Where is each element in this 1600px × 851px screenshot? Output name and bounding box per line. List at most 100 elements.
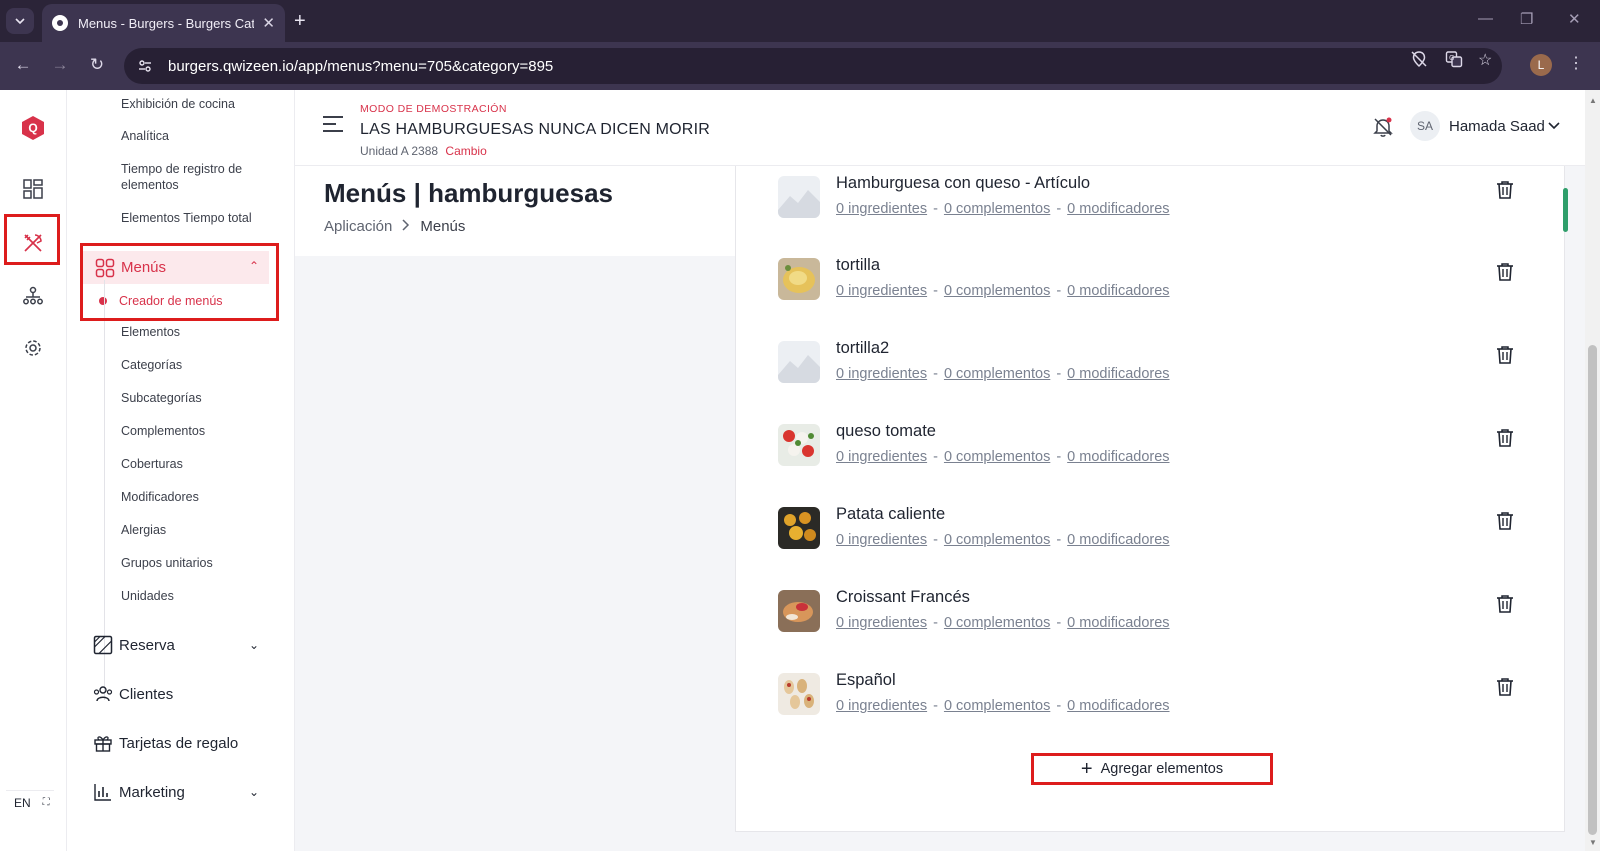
ingredients-link[interactable]: 0 ingredientes xyxy=(836,201,927,217)
address-bar[interactable]: burgers.qwizeen.io/app/menus?menu=705&ca… xyxy=(124,48,1502,84)
add-elements-button[interactable]: + Agregar elementos xyxy=(1031,753,1273,785)
reload-icon[interactable]: ↻ xyxy=(85,54,109,76)
chevron-down-icon[interactable] xyxy=(1548,118,1560,133)
sidebar-item-customers[interactable]: Clientes xyxy=(93,684,273,704)
ingredients-link[interactable]: 0 ingredientes xyxy=(836,698,927,714)
item-thumbnail-placeholder xyxy=(778,176,820,218)
sidebar-item-label: Marketing xyxy=(119,783,185,801)
complements-link[interactable]: 0 complementos xyxy=(944,532,1050,548)
scroll-down-icon[interactable]: ▼ xyxy=(1589,838,1597,847)
modifiers-link[interactable]: 0 modificadores xyxy=(1067,283,1169,299)
location-off-icon[interactable] xyxy=(1410,50,1428,73)
list-item: Croissant Francés 0 ingredientes -0 compl… xyxy=(778,588,1538,648)
item-thumbnail-placeholder xyxy=(778,341,820,383)
profile-avatar[interactable]: L xyxy=(1530,54,1552,76)
sidebar-item-categories[interactable]: Categorías xyxy=(121,357,271,373)
side-drawer-handle[interactable] xyxy=(1563,188,1568,232)
complements-link[interactable]: 0 complementos xyxy=(944,615,1050,631)
sidebar-item-toppings[interactable]: Coberturas xyxy=(121,456,271,472)
list-item: Español 0 ingredientes -0 complementos -0 … xyxy=(778,671,1538,731)
sidebar-item-subcategories[interactable]: Subcategorías xyxy=(121,390,271,406)
complements-link[interactable]: 0 complementos xyxy=(944,449,1050,465)
org-structure-icon[interactable] xyxy=(22,285,44,307)
minimize-icon[interactable]: — xyxy=(1478,10,1493,27)
sidebar-item-analytics[interactable]: Analítica xyxy=(121,128,271,144)
complements-link[interactable]: 0 complementos xyxy=(944,366,1050,382)
bookmark-star-icon[interactable]: ☆ xyxy=(1478,50,1492,70)
modifiers-link[interactable]: 0 modificadores xyxy=(1067,366,1169,382)
tab-close-icon[interactable]: ✕ xyxy=(262,14,275,32)
scroll-up-icon[interactable]: ▲ xyxy=(1589,96,1597,105)
hamburger-menu-icon[interactable] xyxy=(323,116,343,134)
ingredients-link[interactable]: 0 ingredientes xyxy=(836,366,927,382)
list-item: queso tomate 0 ingredientes -0 complement… xyxy=(778,422,1538,482)
chevron-down-icon: ⌄ xyxy=(248,638,259,652)
complements-link[interactable]: 0 complementos xyxy=(944,283,1050,299)
tab-search-button[interactable] xyxy=(6,8,34,34)
sidebar-item-gift-cards[interactable]: Tarjetas de regalo xyxy=(93,733,273,753)
sidebar-item-items-total-time[interactable]: Elementos Tiempo total xyxy=(121,210,271,226)
breadcrumb-item-app[interactable]: Aplicación xyxy=(324,218,392,235)
translate-icon[interactable]: G xyxy=(1445,50,1463,73)
svg-text:G: G xyxy=(1449,54,1454,62)
delete-trash-icon[interactable] xyxy=(1496,594,1514,614)
customers-icon xyxy=(93,684,113,704)
scrollbar-thumb[interactable] xyxy=(1588,345,1597,835)
item-thumbnail-caprese xyxy=(778,424,820,466)
sidebar-item-modifiers[interactable]: Modificadores xyxy=(121,489,271,505)
gift-icon xyxy=(93,733,113,753)
change-unit-link[interactable]: Cambio xyxy=(445,144,486,158)
user-avatar[interactable]: SA xyxy=(1410,111,1440,141)
item-name: queso tomate xyxy=(836,422,936,440)
delete-trash-icon[interactable] xyxy=(1496,511,1514,531)
site-settings-icon[interactable] xyxy=(134,55,156,77)
sidebar-item-item-log-time[interactable]: Tiempo de registro de elementos xyxy=(121,161,271,193)
ingredients-link[interactable]: 0 ingredientes xyxy=(836,615,927,631)
browser-menu-icon[interactable]: ⋮ xyxy=(1568,53,1584,73)
sidebar-item-marketing[interactable]: Marketing ⌄ xyxy=(93,782,273,802)
item-thumbnail-croissant xyxy=(778,590,820,632)
settings-gear-icon[interactable] xyxy=(22,337,44,359)
restore-icon[interactable]: ❐ xyxy=(1520,10,1533,28)
new-tab-button[interactable]: + xyxy=(294,9,306,33)
sidebar-item-elements[interactable]: Elementos xyxy=(121,324,271,340)
browser-toolbar: ← → ↻ burgers.qwizeen.io/app/menus?menu=… xyxy=(0,42,1600,90)
dashboard-icon[interactable] xyxy=(22,178,44,200)
ingredients-link[interactable]: 0 ingredientes xyxy=(836,449,927,465)
modifiers-link[interactable]: 0 modificadores xyxy=(1067,615,1169,631)
sidebar-item-allergies[interactable]: Alergias xyxy=(121,522,271,538)
delete-trash-icon[interactable] xyxy=(1496,180,1514,200)
category-items-card: Hamburguesa con queso - Artículo 0 ingre… xyxy=(735,166,1565,832)
list-item: tortilla2 0 ingredientes -0 complementos -… xyxy=(778,339,1538,399)
forward-icon[interactable]: → xyxy=(48,54,72,76)
modifiers-link[interactable]: 0 modificadores xyxy=(1067,532,1169,548)
delete-trash-icon[interactable] xyxy=(1496,345,1514,365)
delete-trash-icon[interactable] xyxy=(1496,428,1514,448)
sidebar-item-kitchen-display[interactable]: Exhibición de cocina xyxy=(121,96,271,112)
item-thumbnail-spanish xyxy=(778,673,820,715)
list-item: Hamburguesa con queso - Artículo 0 ingre… xyxy=(778,174,1538,234)
modifiers-link[interactable]: 0 modificadores xyxy=(1067,201,1169,217)
complements-link[interactable]: 0 complementos xyxy=(944,201,1050,217)
modifiers-link[interactable]: 0 modificadores xyxy=(1067,698,1169,714)
user-name[interactable]: Hamada Saad xyxy=(1449,118,1545,135)
back-icon[interactable]: ← xyxy=(11,54,35,76)
sidebar-item-complements[interactable]: Complementos xyxy=(121,423,271,439)
close-window-icon[interactable]: ✕ xyxy=(1568,10,1581,28)
sidebar-item-reservations[interactable]: Reserva ⌄ xyxy=(93,635,273,655)
notifications-off-icon[interactable] xyxy=(1372,116,1394,138)
browser-tab[interactable]: Menus - Burgers - Burgers Cate ✕ xyxy=(42,4,285,42)
item-name: Croissant Francés xyxy=(836,588,970,606)
ingredients-link[interactable]: 0 ingredientes xyxy=(836,532,927,548)
modifiers-link[interactable]: 0 modificadores xyxy=(1067,449,1169,465)
language-switcher[interactable]: EN ⛶ xyxy=(6,790,54,814)
sidebar-item-unit-groups[interactable]: Grupos unitarios xyxy=(121,555,271,571)
item-name: tortilla2 xyxy=(836,339,890,357)
delete-trash-icon[interactable] xyxy=(1496,677,1514,697)
complements-link[interactable]: 0 complementos xyxy=(944,698,1050,714)
delete-trash-icon[interactable] xyxy=(1496,262,1514,282)
ingredients-link[interactable]: 0 ingredientes xyxy=(836,283,927,299)
item-links: 0 ingredientes -0 complementos -0 modifica… xyxy=(836,449,1170,465)
qwizeen-logo[interactable]: Q xyxy=(22,116,44,140)
sidebar-item-units[interactable]: Unidades xyxy=(121,588,271,604)
